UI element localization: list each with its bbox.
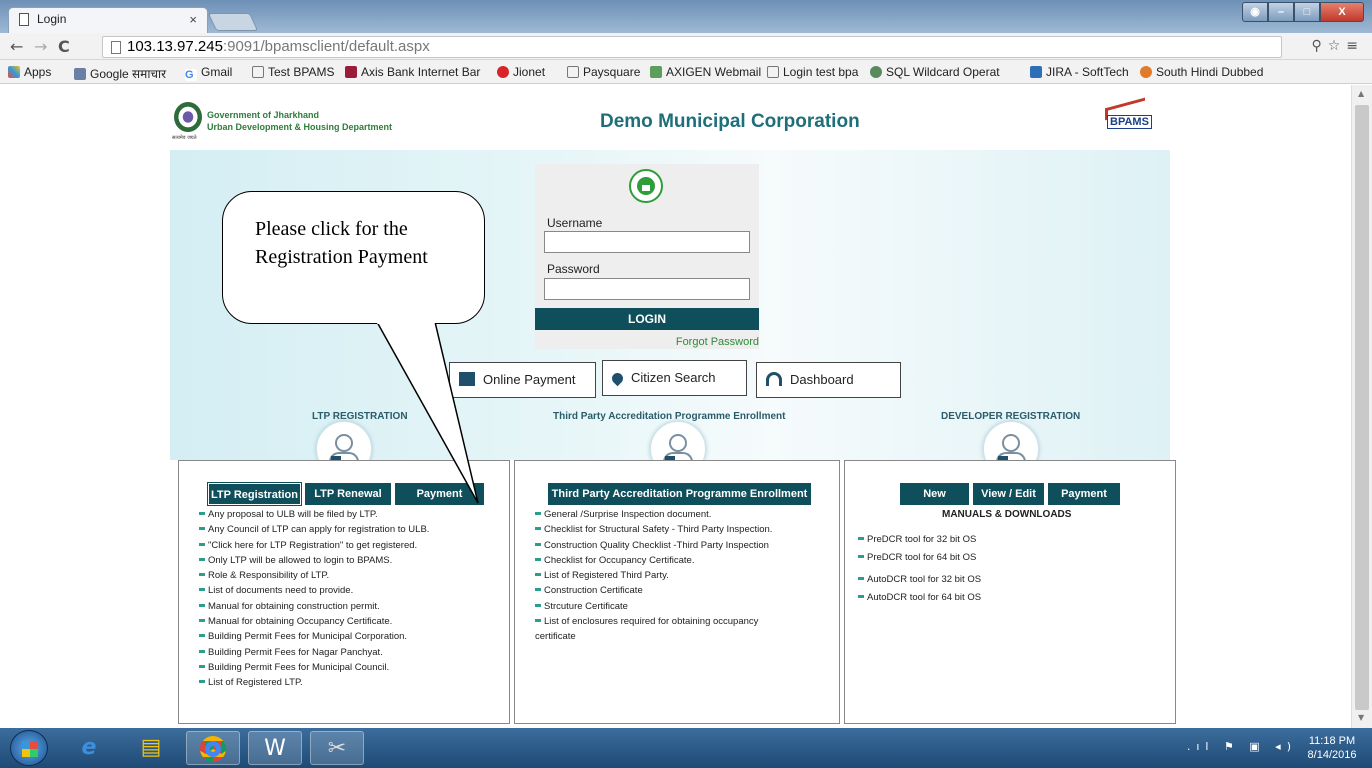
clock-date: 8/14/2016 [1307, 749, 1357, 761]
bookmark-login-test[interactable]: Login test bpa [767, 65, 858, 79]
close-tab-icon[interactable]: × [189, 12, 197, 27]
bookmark-sql[interactable]: SQL Wildcard Operat [870, 65, 1000, 79]
browser-titlebar: Login × ◉ – □ X [0, 0, 1372, 33]
system-tray-icons[interactable]: .ıl ⚑ ▣ ◂) [1187, 740, 1297, 753]
bookmark-south-hindi[interactable]: South Hindi Dubbed [1140, 65, 1263, 79]
bookmark-apps[interactable]: Apps [8, 65, 51, 79]
url-path: :9091/bpamsclient/default.aspx [222, 38, 430, 55]
bookmark-test-bpams[interactable]: Test BPAMS [252, 65, 334, 79]
address-bar[interactable]: 103.13.97.245:9091/bpamsclient/default.a… [102, 36, 1282, 58]
bookmarks-bar: Apps Google समाचार G Gmail Test BPAMS Axi… [0, 60, 1372, 84]
tab-title: Login [37, 12, 67, 26]
page-icon [111, 41, 121, 54]
explorer-folder-icon[interactable]: ▤ [124, 731, 178, 765]
bookmark-paysquare[interactable]: Paysquare [567, 65, 640, 79]
page-icon [19, 13, 29, 26]
bookmark-gmail[interactable]: G Gmail [185, 65, 232, 81]
bookmark-axis-bank[interactable]: Axis Bank Internet Bar [345, 65, 480, 79]
scrollbar-thumb[interactable] [1355, 105, 1369, 710]
taskbar-clock[interactable]: 11:18 PM 8/14/2016 [1302, 734, 1362, 762]
forward-arrow-icon[interactable]: → [34, 37, 47, 56]
scroll-up-icon[interactable]: ▲ [1358, 89, 1364, 98]
clock-time: 11:18 PM [1308, 735, 1356, 747]
callout-pointer-cover [377, 321, 435, 324]
windows-taskbar: e ▤ W ✂ .ıl ⚑ ▣ ◂) 11:18 PM 8/14/2016 [0, 728, 1372, 768]
bookmark-jira[interactable]: JIRA - SoftTech [1030, 65, 1129, 79]
page-scrollbar[interactable]: ▲ ▼ [1351, 85, 1372, 728]
bookmark-google-news[interactable]: Google समाचार [74, 65, 166, 82]
user-icon[interactable]: ◉ [1242, 2, 1268, 22]
word-icon[interactable]: W [248, 731, 302, 765]
maximize-button[interactable]: □ [1294, 2, 1320, 22]
toolbar-icons[interactable]: ⚲☆≡ [1311, 38, 1364, 54]
windows-logo-icon [22, 741, 38, 757]
scroll-down-icon[interactable]: ▼ [1358, 713, 1364, 722]
start-button[interactable] [10, 730, 48, 766]
minimize-button[interactable]: – [1268, 2, 1294, 22]
new-tab-button[interactable] [207, 13, 259, 31]
back-arrow-icon[interactable]: ← [10, 37, 23, 56]
snipping-tool-icon[interactable]: ✂ [310, 731, 364, 765]
browser-tab[interactable]: Login × [8, 7, 208, 33]
ie-icon[interactable]: e [62, 731, 116, 765]
chrome-icon[interactable] [186, 731, 240, 765]
callout-text: Please click for the Registration Paymen… [255, 218, 428, 268]
reload-icon[interactable]: C [58, 37, 70, 56]
url-host: 103.13.97.245 [127, 38, 223, 55]
browser-toolbar: ← → C 103.13.97.245:9091/bpamsclient/def… [0, 33, 1372, 60]
page-viewport: सत्यमेव जयते Government of Jharkhand Urb… [0, 85, 1351, 728]
bookmark-axigen[interactable]: AXIGEN Webmail [650, 65, 761, 79]
close-window-button[interactable]: X [1320, 2, 1364, 22]
bookmark-jionet[interactable]: Jionet [497, 65, 545, 79]
